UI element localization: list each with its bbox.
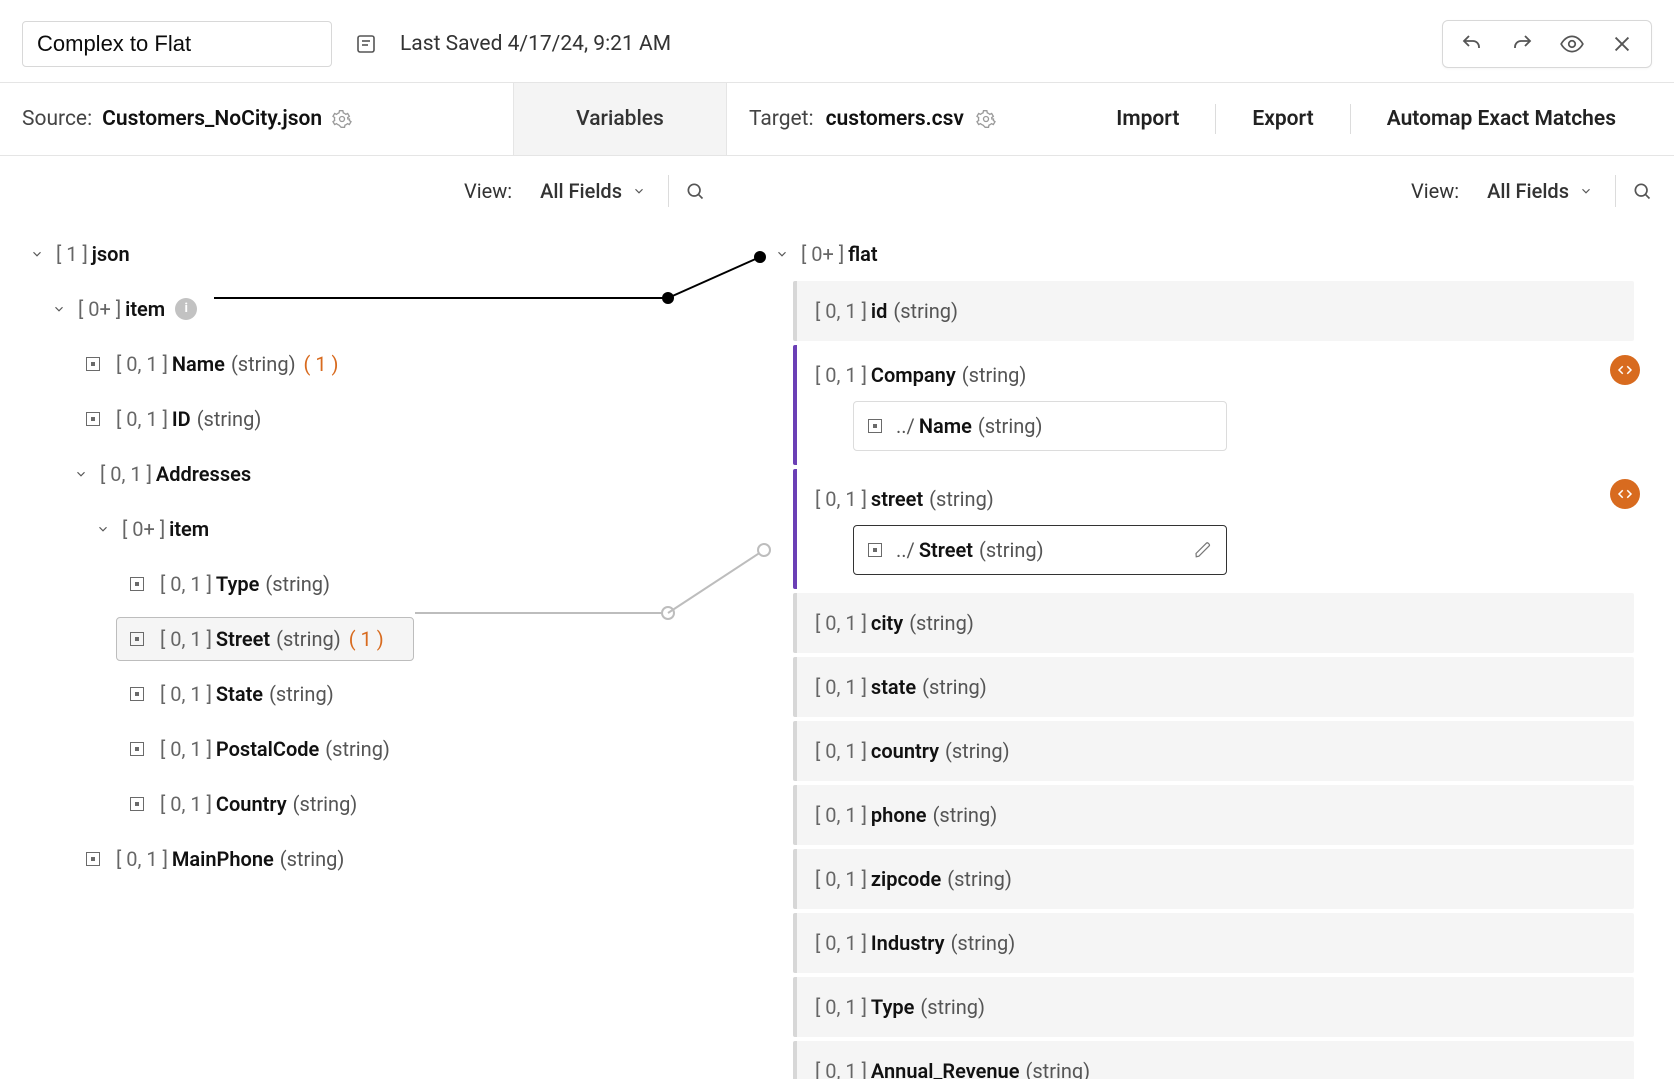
mapping-count-badge: ( 1 ) xyxy=(349,627,384,651)
target-field-industry[interactable]: [ 0, 1 ] Industry (string) xyxy=(793,913,1634,973)
mapping-chip-street[interactable]: ../ Street (string) xyxy=(853,525,1227,575)
top-actions-toolbar xyxy=(1442,20,1652,68)
source-node-json[interactable]: [ 1 ] json xyxy=(0,226,727,281)
target-file: customers.csv xyxy=(826,107,964,131)
source-view-label: View: xyxy=(464,179,512,203)
chevron-down-icon[interactable] xyxy=(28,245,46,263)
target-search-icon[interactable] xyxy=(1632,181,1652,201)
automap-button[interactable]: Automap Exact Matches xyxy=(1351,107,1652,131)
source-field-country[interactable]: [ 0, 1 ] Country (string) xyxy=(0,776,727,831)
source-search-icon[interactable] xyxy=(685,181,705,201)
target-header: Target: customers.csv Import Export Auto… xyxy=(727,83,1674,155)
source-label: Source: xyxy=(22,107,92,131)
mapping-count-badge: ( 1 ) xyxy=(304,352,339,376)
chevron-down-icon[interactable] xyxy=(50,300,68,318)
target-field-type[interactable]: [ 0, 1 ] Type (string) xyxy=(793,977,1634,1037)
redo-icon[interactable] xyxy=(1509,31,1535,57)
target-settings-icon[interactable] xyxy=(976,109,996,129)
export-button[interactable]: Export xyxy=(1216,107,1349,131)
target-label: Target: xyxy=(749,107,814,131)
target-field-id[interactable]: [ 0, 1 ] id (string) xyxy=(793,281,1634,341)
field-handle-icon xyxy=(868,543,882,557)
source-field-name[interactable]: [ 0, 1 ] Name (string) ( 1 ) xyxy=(0,336,727,391)
source-node-addresses-item[interactable]: [ 0+ ] item xyxy=(0,501,727,556)
chevron-down-icon[interactable] xyxy=(773,245,791,263)
source-field-id[interactable]: [ 0, 1 ] ID (string) xyxy=(0,391,727,446)
import-button[interactable]: Import xyxy=(1080,107,1215,131)
field-handle-icon xyxy=(868,419,882,433)
target-field-annual-revenue[interactable]: [ 0, 1 ] Annual_Revenue (string) xyxy=(793,1041,1634,1079)
chevron-down-icon xyxy=(632,184,646,198)
source-node-item[interactable]: [ 0+ ] item i xyxy=(0,281,727,336)
mapping-chip-company[interactable]: ../ Name (string) xyxy=(853,401,1227,451)
chevron-down-icon[interactable] xyxy=(94,520,112,538)
undo-icon[interactable] xyxy=(1459,31,1485,57)
source-field-type[interactable]: [ 0, 1 ] Type (string) xyxy=(0,556,727,611)
source-field-mainphone[interactable]: [ 0, 1 ] MainPhone (string) xyxy=(0,831,727,886)
target-field-street[interactable]: [ 0, 1 ] street (string) ../ Street (str… xyxy=(793,469,1634,589)
target-field-city[interactable]: [ 0, 1 ] city (string) xyxy=(793,593,1634,653)
target-field-country[interactable]: [ 0, 1 ] country (string) xyxy=(793,721,1634,781)
source-settings-icon[interactable] xyxy=(332,109,352,129)
map-title-input[interactable] xyxy=(22,21,332,67)
target-node-flat[interactable]: [ 0+ ] flat xyxy=(767,226,1674,281)
field-handle-icon[interactable] xyxy=(86,852,100,866)
field-handle-icon[interactable] xyxy=(130,742,144,756)
source-view-value: All Fields xyxy=(540,179,622,203)
field-handle-icon[interactable] xyxy=(130,577,144,591)
source-file: Customers_NoCity.json xyxy=(102,107,322,131)
notes-icon[interactable] xyxy=(354,32,378,56)
source-field-street[interactable]: [ 0, 1 ] Street (string) ( 1 ) xyxy=(0,611,727,666)
chevron-down-icon[interactable] xyxy=(72,465,90,483)
info-icon[interactable]: i xyxy=(175,298,197,320)
source-header: Source: Customers_NoCity.json xyxy=(0,83,513,155)
field-handle-icon[interactable] xyxy=(86,412,100,426)
variables-tab[interactable]: Variables xyxy=(513,83,727,155)
chevron-down-icon xyxy=(1579,184,1593,198)
target-view-dropdown[interactable]: All Fields xyxy=(1481,175,1599,207)
transform-icon[interactable] xyxy=(1610,479,1640,509)
target-view-value: All Fields xyxy=(1487,179,1569,203)
field-handle-icon[interactable] xyxy=(130,687,144,701)
transform-icon[interactable] xyxy=(1610,355,1640,385)
last-saved-label: Last Saved 4/17/24, 9:21 AM xyxy=(400,32,671,56)
field-handle-icon[interactable] xyxy=(130,632,144,646)
preview-icon[interactable] xyxy=(1559,31,1585,57)
source-field-state[interactable]: [ 0, 1 ] State (string) xyxy=(0,666,727,721)
target-view-label: View: xyxy=(1411,179,1459,203)
source-field-postalcode[interactable]: [ 0, 1 ] PostalCode (string) xyxy=(0,721,727,776)
field-handle-icon[interactable] xyxy=(130,797,144,811)
edit-icon[interactable] xyxy=(1194,541,1212,559)
target-field-company[interactable]: [ 0, 1 ] Company (string) ../ Name (stri… xyxy=(793,345,1634,465)
source-view-dropdown[interactable]: All Fields xyxy=(534,175,652,207)
source-node-addresses[interactable]: [ 0, 1 ] Addresses xyxy=(0,446,727,501)
close-icon[interactable] xyxy=(1609,31,1635,57)
target-field-zipcode[interactable]: [ 0, 1 ] zipcode (string) xyxy=(793,849,1634,909)
target-field-state[interactable]: [ 0, 1 ] state (string) xyxy=(793,657,1634,717)
field-handle-icon[interactable] xyxy=(86,357,100,371)
target-field-phone[interactable]: [ 0, 1 ] phone (string) xyxy=(793,785,1634,845)
